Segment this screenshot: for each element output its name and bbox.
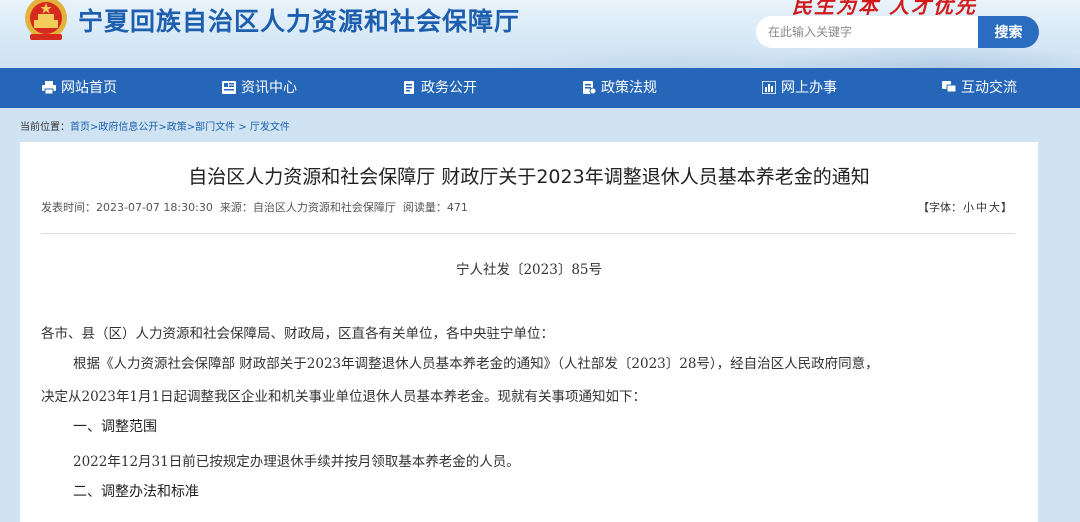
breadcrumb-link-dept-docs[interactable]: 部门文件 [195, 122, 235, 133]
font-large-button[interactable]: 大 [989, 201, 1000, 214]
section-heading-1: 一、调整范围 [73, 419, 157, 435]
document-number: 宁人社发〔2023〕85号 [455, 262, 603, 278]
font-size-label-close: 】 [1001, 201, 1012, 214]
font-size-switcher: 【字体：小中大】 [918, 199, 1012, 215]
chat-icon [942, 81, 956, 93]
meta-divider [41, 233, 1015, 234]
news-icon [222, 81, 236, 94]
nav-item-news[interactable]: 资讯中心 [222, 68, 297, 108]
publish-time: 发表时间：2023-07-07 18:30:30 [41, 201, 213, 214]
article-title: 自治区人力资源和社会保障厅 财政厅关于2023年调整退休人员基本养老金的通知 [188, 166, 870, 188]
breadcrumb: 当前位置：首页>政府信息公开>政策>部门文件 > 厅发文件 [20, 118, 290, 133]
printer-icon [42, 81, 56, 94]
site-title: 宁夏回族自治区人力资源和社会保障厅 [78, 7, 521, 36]
chart-icon [762, 81, 776, 94]
nav-item-home[interactable]: 网站首页 [42, 68, 117, 108]
font-small-button[interactable]: 小 [963, 201, 974, 214]
paragraph-1-line-1: 根据《人力资源社会保障部 财政部关于2023年调整退休人员基本养老金的通知》（人… [73, 356, 879, 372]
breadcrumb-separator: > [235, 122, 250, 133]
nav-item-label: 资讯中心 [241, 80, 297, 96]
document-icon [404, 81, 414, 94]
policy-icon [583, 81, 596, 94]
nav-item-label: 网上办事 [781, 80, 837, 96]
nav-item-label: 互动交流 [961, 80, 1017, 96]
nav-item-online-service[interactable]: 网上办事 [762, 68, 837, 108]
main-nav: 网站首页 资讯中心 政务公开 政策法规 网上办事 互动交流 [0, 68, 1080, 108]
nav-item-label: 政务公开 [421, 80, 477, 96]
site-header: 宁夏回族自治区人力资源和社会保障厅 民生为本 人才优先 搜索 [0, 0, 1080, 68]
breadcrumb-separator: > [158, 122, 167, 133]
breadcrumb-link-gov-info[interactable]: 政府信息公开 [98, 122, 158, 133]
breadcrumb-prefix: 当前位置： [20, 122, 70, 133]
section-heading-2: 二、调整办法和标准 [73, 484, 199, 500]
breadcrumb-link-home[interactable]: 首页 [70, 122, 90, 133]
salutation: 各市、县（区）人力资源和社会保障局、财政局，区直各有关单位，各中央驻宁单位： [41, 326, 554, 342]
breadcrumb-separator: > [186, 122, 196, 133]
font-medium-button[interactable]: 中 [976, 201, 987, 214]
breadcrumb-link-office-docs[interactable]: 厅发文件 [250, 122, 290, 133]
search-button[interactable]: 搜索 [978, 16, 1039, 48]
paragraph-2: 2022年12月31日前已按规定办理退休手续并按月领取基本养老金的人员。 [73, 454, 520, 470]
national-emblem-icon [25, 0, 67, 40]
search-input[interactable] [756, 16, 978, 48]
paragraph-1-line-2: 决定从2023年1月1日起调整我区企业和机关事业单位退休人员基本养老金。现就有关… [41, 389, 647, 405]
article-source: 来源：自治区人力资源和社会保障厅 [219, 201, 396, 214]
nav-item-government-affairs[interactable]: 政务公开 [402, 68, 477, 108]
view-count: 阅读量：471 [402, 201, 468, 214]
nav-item-label: 网站首页 [61, 80, 117, 96]
font-size-label-open: 【字体： [918, 201, 962, 214]
article-meta: 发表时间：2023-07-07 18:30:30 来源：自治区人力资源和社会保障厅… [41, 199, 475, 215]
article-card: 自治区人力资源和社会保障厅 财政厅关于2023年调整退休人员基本养老金的通知 发… [20, 142, 1038, 522]
nav-item-label: 政策法规 [601, 80, 657, 96]
breadcrumb-link-policy[interactable]: 政策 [167, 122, 187, 133]
nav-item-interaction[interactable]: 互动交流 [942, 68, 1017, 108]
nav-item-policy[interactable]: 政策法规 [582, 68, 657, 108]
